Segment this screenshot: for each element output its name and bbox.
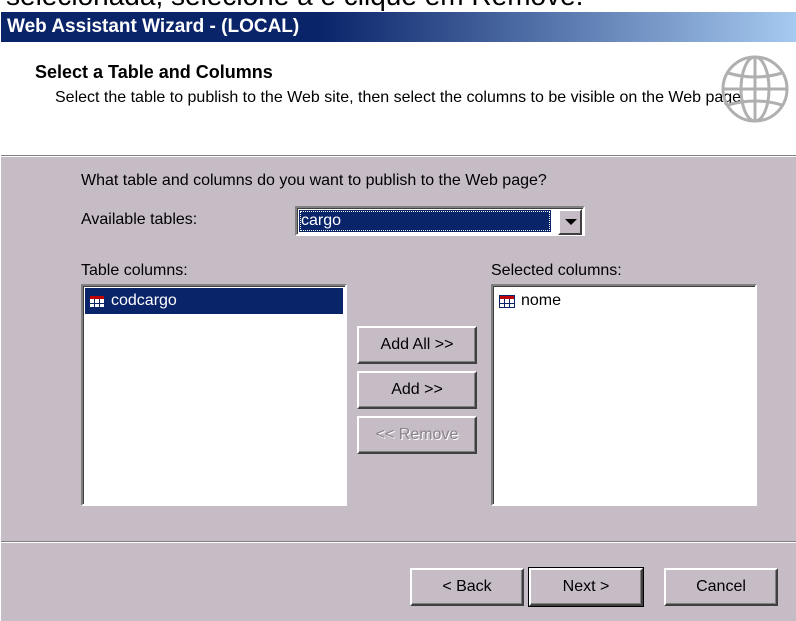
back-button[interactable]: < Back [410,568,524,606]
prompt-text: What table and columns do you want to pu… [81,172,547,189]
available-tables-label: Available tables: [81,211,198,228]
table-columns-list[interactable]: codcargo [81,284,347,506]
table-column-icon [89,295,105,308]
list-item[interactable]: codcargo [85,288,343,314]
remove-button[interactable]: << Remove [357,416,477,454]
available-tables-value[interactable]: cargo [299,210,551,232]
selected-columns-label: Selected columns: [491,262,622,279]
cancel-button[interactable]: Cancel [664,568,778,606]
globe-icon [721,55,789,123]
page-title: Select a Table and Columns [35,62,273,82]
caption-text: selecionada, selecione a e clique em Rem… [6,0,583,12]
footer-divider-highlight [1,542,796,543]
add-all-button[interactable]: Add All >> [357,326,477,364]
title-bar[interactable]: Web Assistant Wizard - (LOCAL) [1,12,796,42]
caption-fragment: selecionada, selecione a e clique em Rem… [0,0,796,12]
table-column-icon [499,295,515,308]
list-item-label: nome [521,292,562,309]
page-description: Select the table to publish to the Web s… [55,89,746,106]
header-divider-highlight [1,156,796,157]
dropdown-arrow-icon[interactable] [558,209,582,235]
wizard-header: Select a Table and Columns Select the ta… [1,42,796,155]
available-tables-combobox[interactable]: cargo [295,206,585,236]
wizard-window: Web Assistant Wizard - (LOCAL) Select a … [0,12,796,621]
add-button[interactable]: Add >> [357,371,477,409]
list-item[interactable]: nome [495,288,753,314]
selected-columns-list[interactable]: nome [491,284,757,506]
window-title: Web Assistant Wizard - (LOCAL) [7,16,300,37]
next-button[interactable]: Next > [528,567,644,607]
list-item-label: codcargo [111,292,177,309]
table-columns-label: Table columns: [81,262,188,279]
